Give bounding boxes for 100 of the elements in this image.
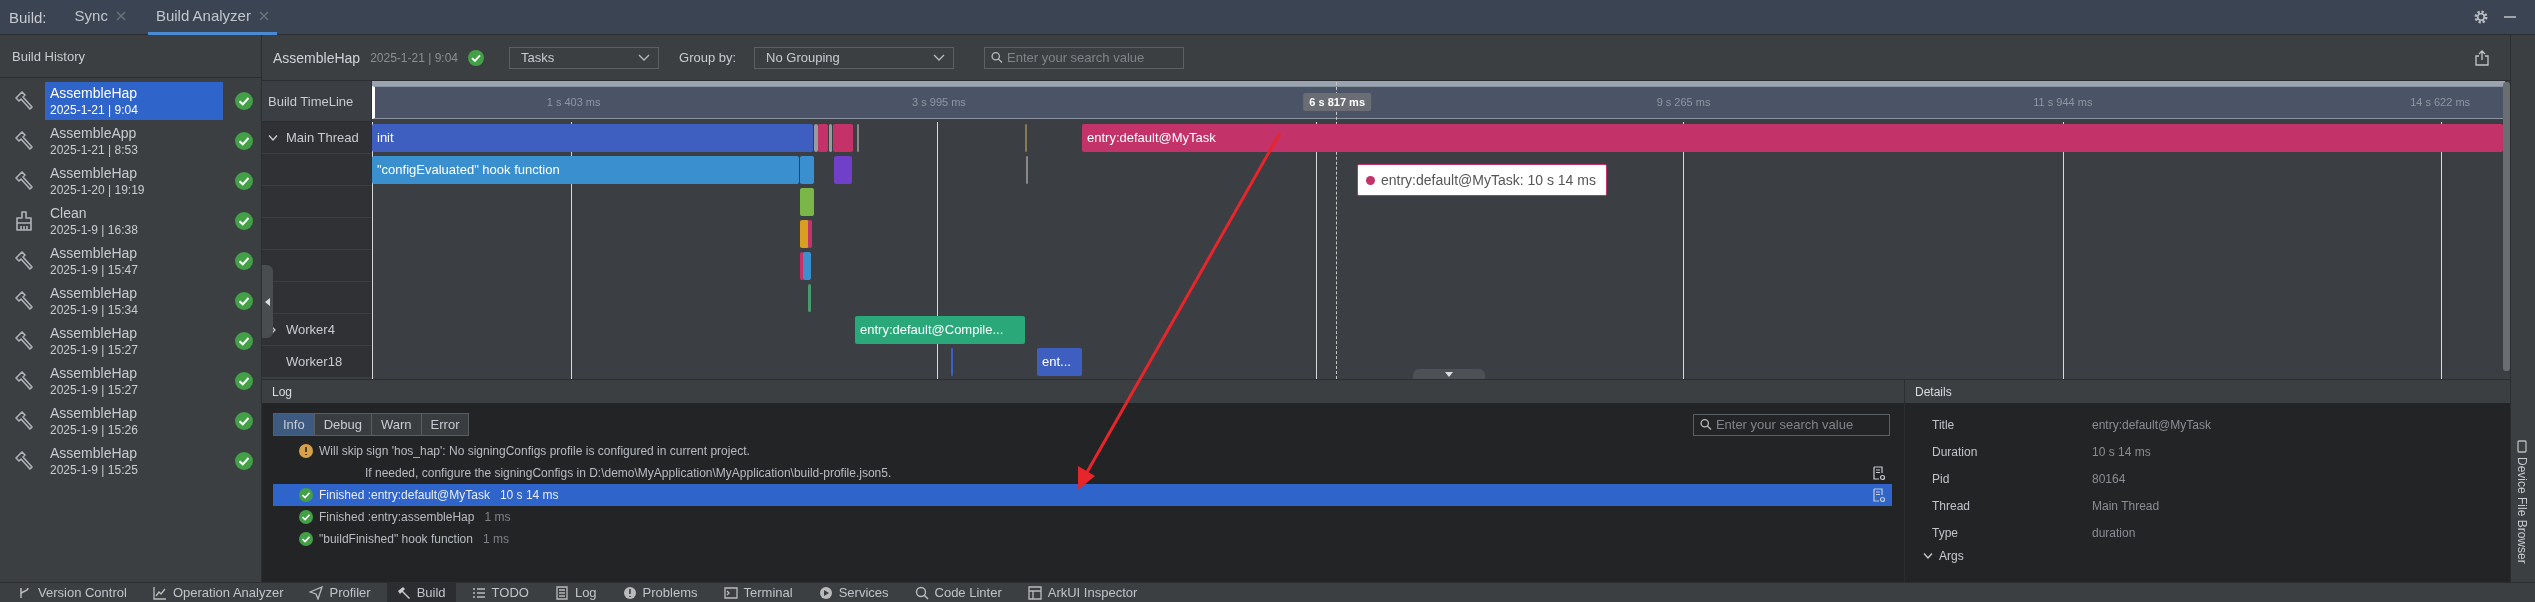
collapse-handle[interactable] — [262, 265, 273, 338]
tool-window-button[interactable]: Operation Analyzer — [142, 583, 294, 602]
build-history-item[interactable]: AssembleHap 2025-1-20 | 19:19 — [45, 162, 223, 200]
build-history-item[interactable]: AssembleHap 2025-1-9 | 15:26 — [45, 402, 223, 440]
hammer-icon — [13, 130, 35, 152]
check-circle-icon — [235, 292, 253, 310]
search-field[interactable]: Enter your search value — [984, 46, 1185, 69]
check-circle-icon — [235, 92, 253, 110]
hammer-icon — [396, 585, 411, 600]
triangle-left-icon — [264, 297, 271, 306]
task-bar[interactable] — [800, 188, 814, 216]
caret-icon — [933, 53, 946, 62]
hammer-icon — [13, 410, 35, 432]
log-line[interactable]: "buildFinished" hook function 1 ms — [273, 528, 1892, 550]
line-chart-icon — [152, 585, 167, 600]
thread-name: Worker18 — [286, 354, 343, 369]
check-circle-icon — [235, 252, 253, 270]
task-bar[interactable] — [800, 220, 809, 248]
tool-window-button[interactable]: TODO — [461, 583, 539, 602]
tab[interactable]: Sync — [66, 0, 134, 35]
tool-window-button[interactable]: ArkUI Inspector — [1017, 583, 1148, 602]
log-level-tab[interactable]: Info — [274, 414, 315, 435]
detail-value: entry:default@MyTask — [2092, 417, 2211, 432]
check-circle-icon — [235, 372, 253, 390]
hammer-icon — [13, 170, 35, 192]
close-icon[interactable] — [115, 10, 126, 21]
build-history-item[interactable]: AssembleHap 2025-1-9 | 15:47 — [45, 242, 223, 280]
export-icon[interactable] — [2474, 49, 2490, 66]
tool-window-button[interactable]: Build — [386, 583, 456, 602]
detail-value: 10 s 14 ms — [2092, 444, 2151, 459]
task-bar[interactable]: init — [372, 124, 813, 152]
detail-label: Thread — [1931, 498, 1972, 513]
detail-label: Type — [1931, 525, 1959, 540]
chevron-down-icon[interactable] — [1923, 552, 1933, 560]
task-bar[interactable] — [834, 156, 852, 184]
hammer-icon — [13, 370, 35, 392]
build-history-item[interactable]: Clean 2025-1-9 | 16:38 — [45, 202, 223, 240]
search-icon — [914, 585, 929, 600]
tool-window-button[interactable]: Terminal — [713, 583, 803, 602]
side-tool-button[interactable]: Device File Browser — [2515, 440, 2529, 564]
task-bar[interactable]: entry:default@MyTask — [1082, 124, 2503, 152]
build-history-item[interactable]: AssembleHap 2025-1-21 | 9:04 — [45, 82, 223, 120]
hammer-icon — [13, 330, 35, 352]
task-bar[interactable]: "configEvaluated" hook function — [372, 156, 799, 184]
build-history-item[interactable]: AssembleHap 2025-1-9 | 15:25 — [45, 442, 223, 480]
window-icon — [1027, 585, 1042, 600]
branch-icon — [18, 585, 32, 600]
search-field[interactable]: Enter your search value — [1693, 413, 1890, 436]
build-history-item[interactable]: AssembleApp 2025-1-21 | 8:53 — [45, 122, 223, 160]
tool-window-button[interactable]: Version Control — [8, 583, 137, 602]
check-circle-icon — [299, 510, 313, 524]
task-bar[interactable] — [814, 124, 818, 152]
task-tooltip: entry:default@MyTask: 10 s 14 ms — [1357, 164, 1607, 196]
tool-window-button[interactable]: Services — [808, 583, 899, 602]
log-level-tab[interactable]: Warn — [372, 414, 422, 435]
task-bar[interactable] — [803, 252, 811, 280]
task-bar[interactable] — [800, 156, 814, 184]
args-label: Args — [1939, 549, 1964, 563]
tick-label: 3 s 995 ms — [912, 96, 966, 108]
check-circle-icon — [235, 412, 253, 430]
task-bar[interactable] — [818, 124, 828, 152]
log-level-tab[interactable]: Error — [421, 414, 469, 435]
tool-window-button[interactable]: Profiler — [299, 583, 381, 602]
build-history-item[interactable]: AssembleHap 2025-1-9 | 15:27 — [45, 362, 223, 400]
log-level-tab[interactable]: Debug — [314, 414, 372, 435]
close-icon[interactable] — [258, 10, 269, 21]
log-line[interactable]: If needed, configure the signingConfigs in D:\demo\MyApplication\MyApplication\build-profile.json5. — [273, 462, 1892, 484]
broom-icon — [13, 210, 35, 232]
check-circle-icon — [235, 452, 253, 470]
chevron-down-icon[interactable] — [268, 133, 278, 142]
build-name: AssembleHap — [273, 49, 361, 66]
detail-label: Duration — [1931, 444, 1979, 459]
log-line[interactable]: Finished :entry:assembleHap 1 ms — [273, 506, 1892, 528]
check-circle-icon — [299, 488, 313, 502]
check-circle-icon — [235, 132, 253, 150]
tool-window-button[interactable]: Code Linter — [904, 583, 1012, 602]
tool-window-button[interactable]: Problems — [612, 583, 708, 602]
task-bar[interactable] — [833, 124, 853, 152]
tool-window-button[interactable]: Log — [544, 583, 607, 602]
check-circle-icon — [468, 49, 484, 66]
expand-handle[interactable] — [1413, 369, 1486, 379]
hammer-icon — [13, 90, 35, 112]
check-circle-icon — [235, 212, 253, 230]
log-line[interactable]: Will skip sign 'hos_hap': No signingConfigs profile is configured in current project. — [273, 440, 1892, 462]
tick-label: 14 s 622 ms — [2410, 96, 2471, 108]
group-by-dropdown[interactable]: No Grouping — [754, 46, 955, 69]
cursor-time-label: 6 s 817 ms — [1303, 93, 1371, 111]
detail-label: Title — [1931, 417, 1956, 432]
view-dropdown[interactable]: Tasks — [509, 46, 659, 69]
task-bar[interactable]: ent... — [1037, 348, 1082, 376]
scrollbar[interactable] — [2503, 82, 2510, 371]
build-history-item[interactable]: AssembleHap 2025-1-9 | 15:27 — [45, 322, 223, 360]
file-eye-icon[interactable] — [1872, 465, 1886, 481]
task-bar[interactable] — [829, 124, 832, 152]
task-bar[interactable] — [808, 220, 812, 248]
task-bar[interactable] — [808, 284, 811, 312]
thread-name: Main Thread — [286, 130, 359, 145]
phone-icon — [2517, 440, 2527, 453]
build-history-item[interactable]: AssembleHap 2025-1-9 | 15:34 — [45, 282, 223, 320]
settings-icon[interactable] — [2473, 9, 2489, 25]
